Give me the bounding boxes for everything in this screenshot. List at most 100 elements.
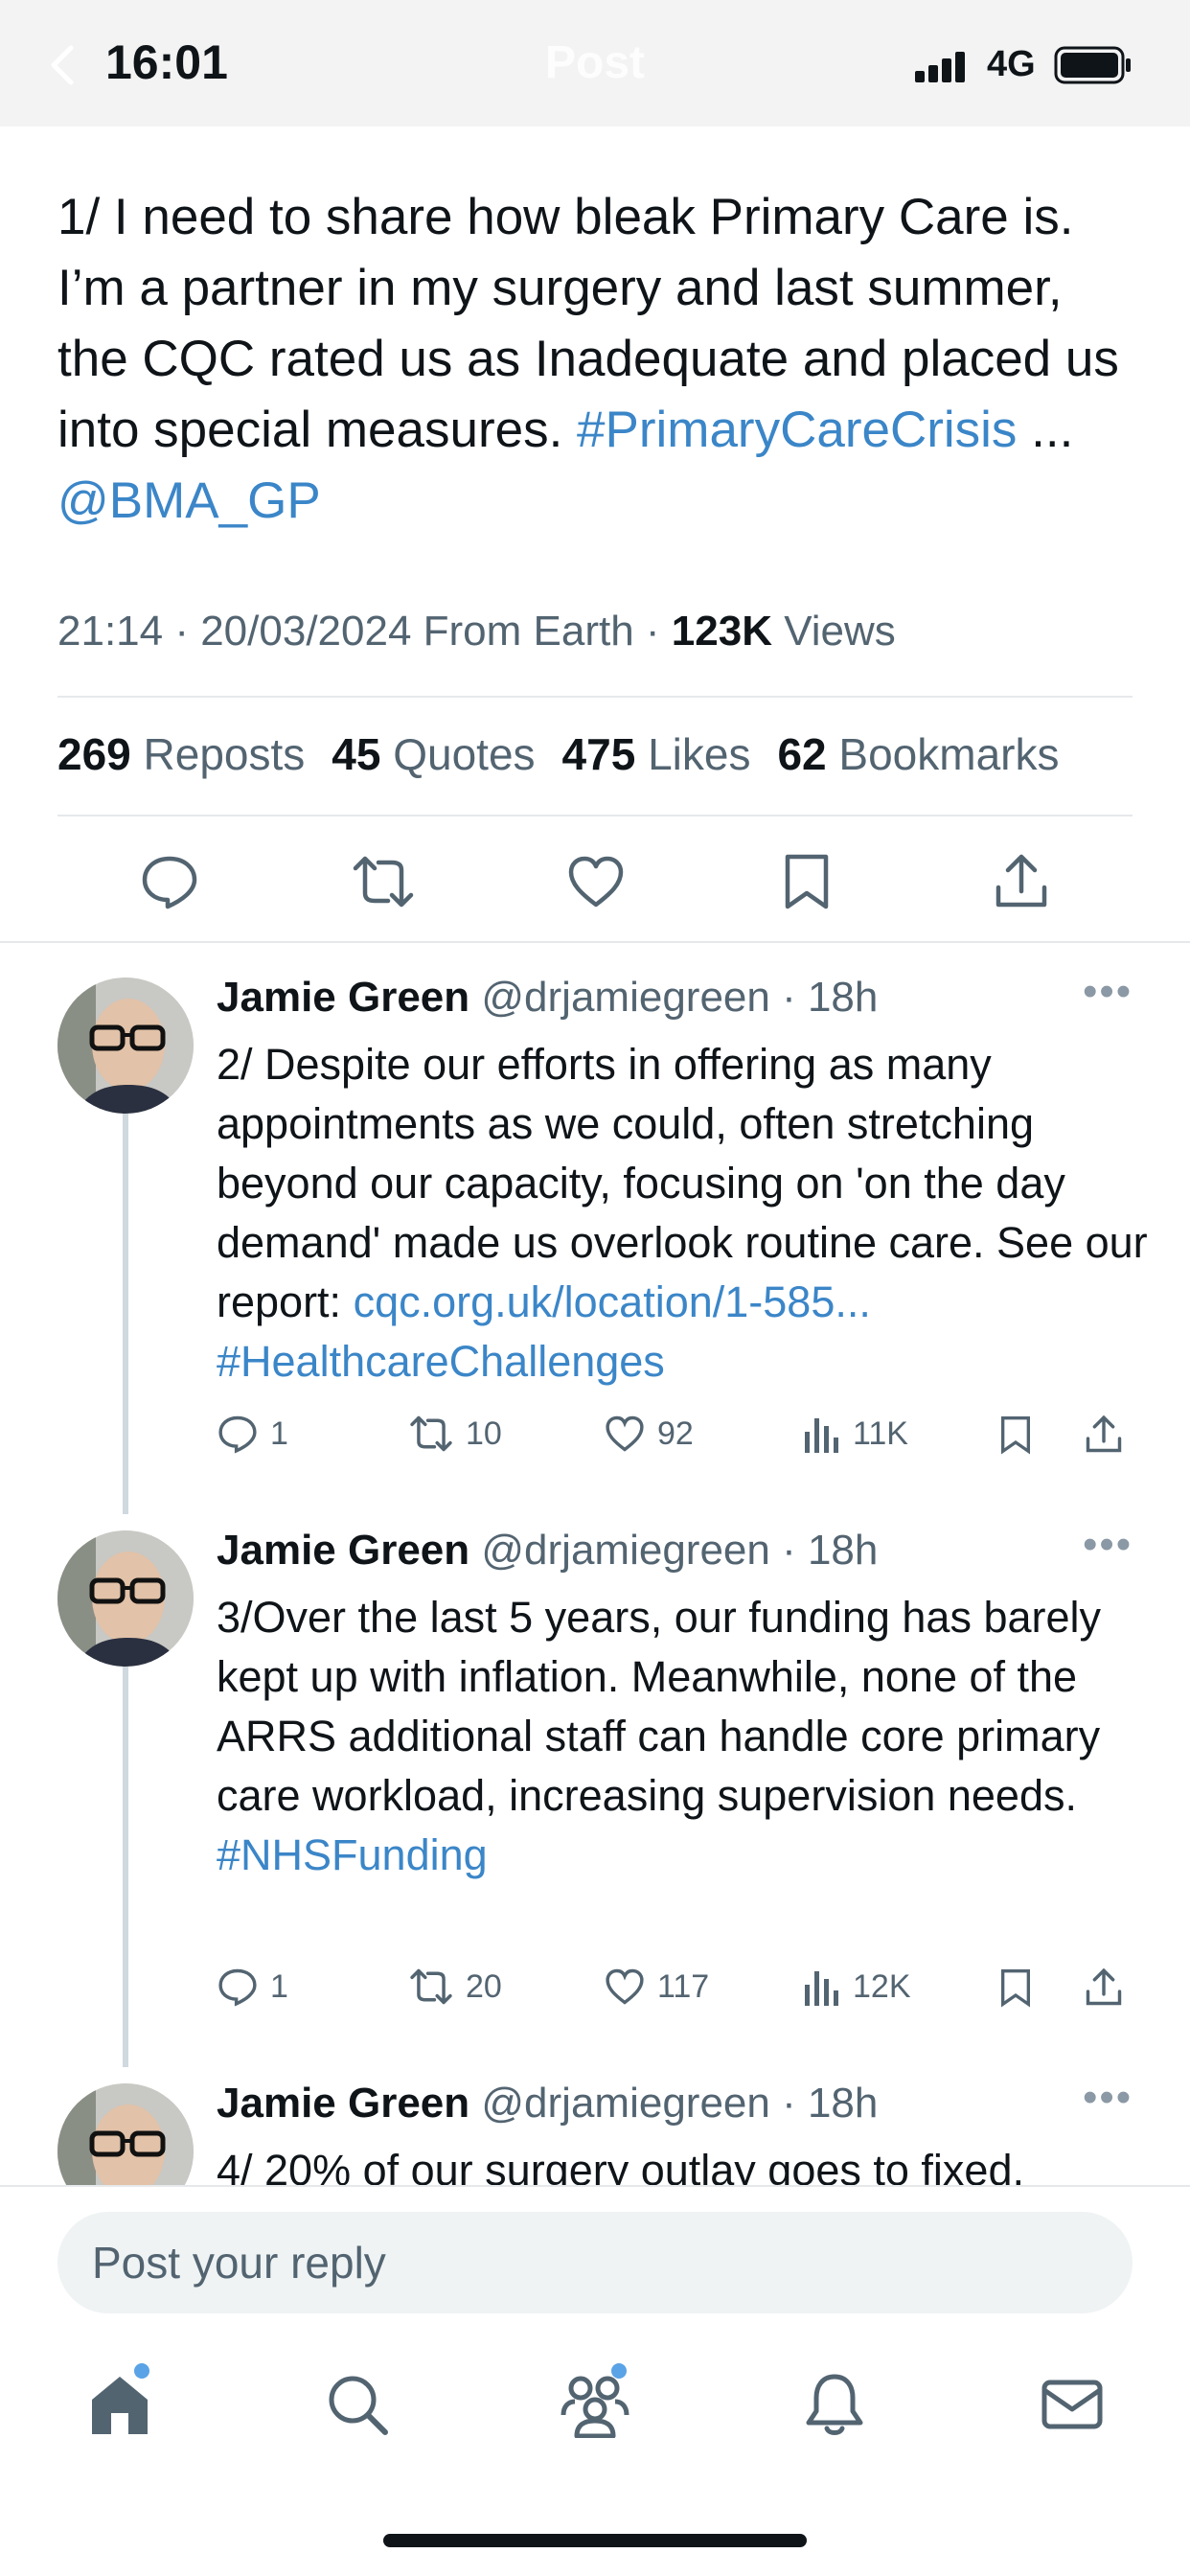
likes-label: Likes [635,729,751,779]
more-options-icon[interactable]: ••• [1083,1521,1133,1569]
status-time: 16:01 [105,35,228,89]
reply-text: 4/ 20% of our surgery outlay goes to fix… [217,2146,1024,2185]
bookmark-icon [1001,1416,1030,1455]
search-icon[interactable] [324,2371,391,2438]
views-count: 11K [853,1414,908,1452]
divider [0,941,1190,943]
communities-icon[interactable] [560,2371,630,2438]
reply-author: Jamie Green @drjamiegreen · 18h [217,1527,878,1575]
avatar-image [57,978,194,1114]
thread-line [123,1112,128,1514]
share-icon[interactable] [991,851,1052,912]
like-icon [606,1968,644,2005]
more-options-icon[interactable]: ••• [1083,968,1133,1016]
quotes-label: Quotes [380,729,536,779]
quotes-count: 45 [332,729,381,779]
like-count: 117 [657,1967,710,2005]
author-name[interactable]: Jamie Green [217,1527,469,1574]
bookmark-button[interactable] [996,1413,1046,1457]
home-indicator[interactable] [383,2534,807,2547]
bookmarks-count: 62 [777,729,827,779]
post-text: 1/ I need to share how bleak Primary Car… [57,182,1140,537]
notifications-icon[interactable] [801,2371,868,2438]
repost-icon [410,1415,452,1452]
reply-author: Jamie Green @drjamiegreen · 18h [217,974,878,1022]
reply-button[interactable]: 1 [217,1413,288,1455]
repost-icon[interactable] [352,851,415,912]
reply-button[interactable]: 1 [217,1966,288,2008]
views-button[interactable]: 12K [803,1966,911,2008]
author-name[interactable]: Jamie Green [217,974,469,1021]
likes-stat[interactable]: 475 Likes [562,729,751,779]
author-handle[interactable]: @drjamiegreen · 18h [481,1527,878,1574]
post-timestamp: 21:14 · 20/03/2024 From Earth · [57,608,672,655]
reply-count: 1 [270,1414,288,1452]
bookmarks-label: Bookmarks [826,729,1060,779]
reply-placeholder: Post your reply [92,2238,386,2288]
like-count: 92 [657,1414,694,1452]
thread-line [123,1665,128,2067]
reply-post[interactable]: Jamie Green @drjamiegreen · 18h ••• 2/ D… [0,968,1190,1514]
repost-button[interactable]: 20 [408,1966,502,2008]
reply-hashtag[interactable]: #HealthcareChallenges [217,1337,665,1386]
reply-author: Jamie Green @drjamiegreen · 18h [217,2080,878,2128]
messages-icon[interactable] [1039,2371,1106,2438]
reply-action-bar: 1 20 117 12K [217,1966,1136,2023]
reply-icon [218,1415,257,1454]
post-hashtag[interactable]: #PrimaryCareCrisis [577,402,1017,458]
communities-notification-dot [611,2363,627,2379]
reposts-stat[interactable]: 269 Reposts [57,729,305,779]
views-count: 12K [853,1967,911,2005]
repost-count: 10 [466,1414,502,1452]
like-button[interactable]: 117 [604,1966,709,2008]
like-icon [606,1415,644,1452]
author-name[interactable]: Jamie Green [217,2080,469,2127]
reply-post[interactable]: Jamie Green @drjamiegreen · 18h ••• 4/ 2… [0,2074,1190,2185]
reposts-count: 269 [57,729,131,779]
home-icon[interactable] [86,2371,153,2438]
reply-count: 1 [270,1967,288,2005]
reply-link[interactable]: cqc.org.uk/location/1-585... [354,1277,871,1326]
like-icon[interactable] [565,851,627,912]
repost-count: 20 [466,1967,502,2005]
post-stats: 269 Reposts 45 Quotes 475 Likes 62 Bookmark… [57,728,1060,780]
views-label: Views [771,608,896,655]
author-handle[interactable]: @drjamiegreen · 18h [481,974,878,1021]
bookmark-icon[interactable] [778,851,835,912]
reply-body: 3/Over the last 5 years, our funding has… [217,1593,1102,1820]
like-button[interactable]: 92 [604,1413,694,1455]
avatar-image [57,1530,194,1667]
quotes-stat[interactable]: 45 Quotes [332,729,535,779]
reply-post[interactable]: Jamie Green @drjamiegreen · 18h ••• 3/Ov… [0,1521,1190,2067]
views-button[interactable]: 11K [803,1413,908,1455]
bookmark-button[interactable] [996,1966,1046,2010]
reply-action-bar: 1 10 92 11K [217,1413,1136,1470]
repost-button[interactable]: 10 [408,1413,502,1455]
share-button[interactable] [1083,1413,1136,1457]
avatar[interactable] [57,1530,194,1667]
share-icon [1086,1967,1122,2006]
more-options-icon[interactable]: ••• [1083,2074,1133,2122]
views-icon [805,1971,838,2006]
post-ellipsis: ... [1017,402,1074,458]
divider [57,696,1133,698]
home-notification-dot [134,2363,149,2379]
post-mention[interactable]: @BMA_GP [57,472,321,529]
battery-icon [1054,46,1131,84]
reply-hashtag[interactable]: #NHSFunding [217,1830,488,1879]
bookmarks-stat[interactable]: 62 Bookmarks [777,729,1059,779]
avatar-image [57,2083,194,2185]
reply-icon[interactable] [139,851,200,912]
reply-icon [218,1968,257,2007]
share-button[interactable] [1083,1966,1136,2010]
repost-icon [410,1968,452,2005]
avatar[interactable] [57,978,194,1114]
divider [0,2185,1190,2187]
network-label: 4G [987,44,1036,84]
avatar[interactable] [57,2083,194,2185]
author-handle[interactable]: @drjamiegreen · 18h [481,2080,878,2127]
reply-text: 3/Over the last 5 years, our funding has… [217,1588,1156,1885]
divider [57,815,1133,816]
signal-icon [915,52,965,82]
bookmark-icon [1001,1969,1030,2008]
